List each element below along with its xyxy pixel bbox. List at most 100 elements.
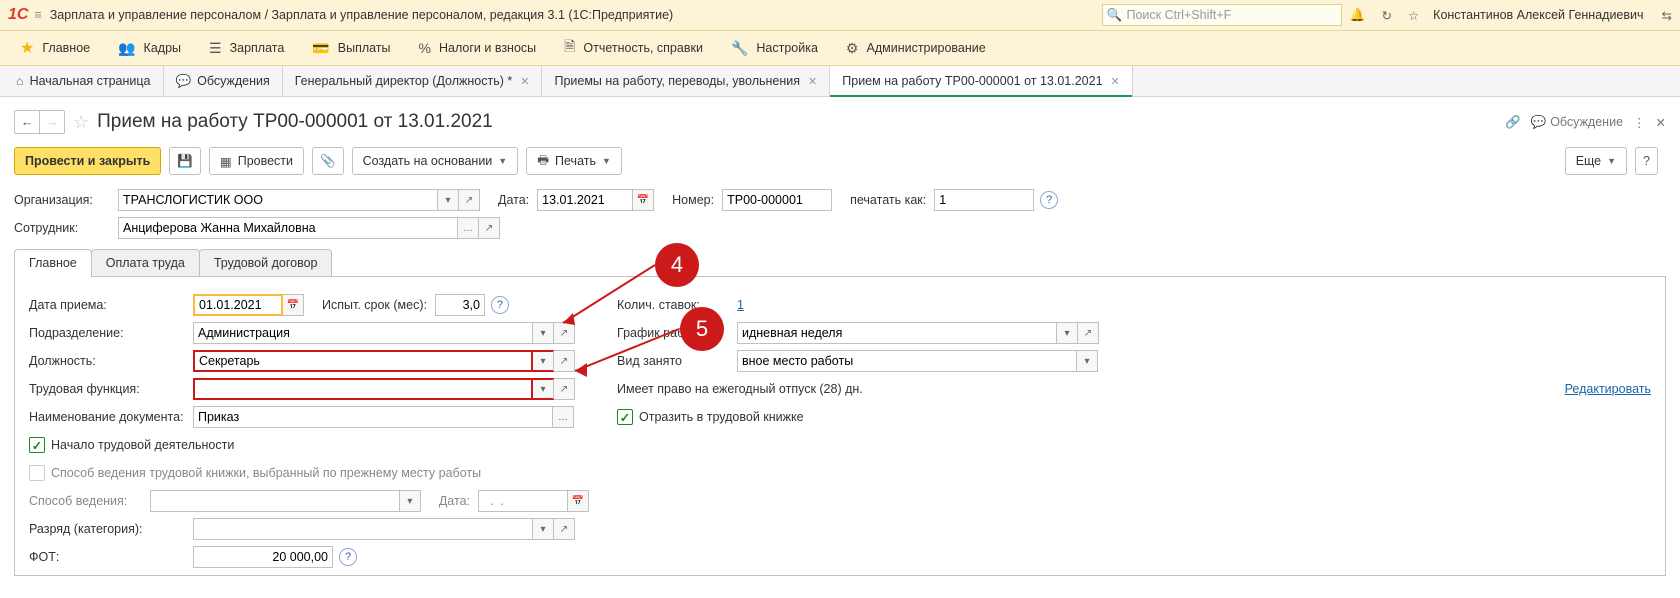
menu-salary[interactable]: ☰Зарплата bbox=[195, 31, 298, 65]
tab-director[interactable]: Генеральный директор (Должность) *✕ bbox=[283, 66, 543, 96]
dropdown-icon: ▾ bbox=[400, 490, 421, 512]
dropdown-icon[interactable]: ▾ bbox=[533, 378, 554, 400]
menu-settings[interactable]: 🔧Настройка bbox=[717, 31, 832, 65]
doc-header: ← → ☆ Прием на работу ТР00-000001 от 13.… bbox=[14, 107, 1666, 137]
panel-right-col: Колич. ставок: 1 График раб ▾↗ Вид занят… bbox=[603, 291, 1665, 571]
menu-toggle-icon[interactable]: ⇆ bbox=[1662, 8, 1672, 23]
function-input[interactable] bbox=[193, 378, 533, 400]
link-icon[interactable]: 🔗 bbox=[1505, 115, 1521, 130]
current-user[interactable]: Константинов Алексей Геннадиевич bbox=[1433, 8, 1643, 22]
label-print-as: печатать как: bbox=[850, 193, 926, 207]
menu-payments[interactable]: 💳Выплаты bbox=[298, 31, 404, 65]
print-icon: 🖶 bbox=[537, 151, 549, 172]
menu-taxes[interactable]: %Налоги и взносы bbox=[405, 31, 551, 65]
probation-input[interactable] bbox=[435, 294, 485, 316]
open-icon[interactable]: ↗ bbox=[459, 189, 480, 211]
tab-discussions[interactable]: 💬Обсуждения bbox=[164, 66, 283, 96]
star-icon[interactable]: ☆ bbox=[1408, 8, 1419, 23]
open-icon[interactable]: ↗ bbox=[554, 518, 575, 540]
fot-input[interactable] bbox=[193, 546, 333, 568]
app-title: Зарплата и управление персоналом / Зарпл… bbox=[50, 8, 673, 22]
label-record-book: Отразить в трудовой книжке bbox=[639, 410, 804, 424]
close-doc-icon[interactable]: ✕ bbox=[1656, 115, 1666, 130]
ellipsis-icon[interactable]: … bbox=[458, 217, 479, 239]
dropdown-icon[interactable]: ▾ bbox=[533, 322, 554, 344]
tab-hire-doc[interactable]: Прием на работу ТР00-000001 от 13.01.202… bbox=[830, 66, 1132, 96]
global-search[interactable]: 🔍 Поиск Ctrl+Shift+F bbox=[1102, 4, 1342, 26]
help-hint[interactable]: ? bbox=[339, 548, 357, 566]
dropdown-icon[interactable]: ▾ bbox=[533, 350, 554, 372]
subtab-main[interactable]: Главное bbox=[14, 249, 92, 276]
menu-staff[interactable]: 👥Кадры bbox=[104, 31, 195, 65]
help-button[interactable]: ? bbox=[1635, 147, 1658, 175]
star-icon: ★ bbox=[20, 38, 34, 58]
dropdown-icon[interactable]: ▾ bbox=[438, 189, 459, 211]
method-input bbox=[150, 490, 400, 512]
prev-book-checkbox bbox=[29, 465, 45, 481]
attach-button[interactable]: 📎 bbox=[312, 147, 344, 175]
dropdown-icon[interactable]: ▾ bbox=[533, 518, 554, 540]
close-icon[interactable]: ✕ bbox=[808, 75, 817, 88]
open-icon[interactable]: ↗ bbox=[479, 217, 500, 239]
start-activity-checkbox[interactable]: ✓ bbox=[29, 437, 45, 453]
doc-number-input[interactable] bbox=[722, 189, 832, 211]
emptype-input[interactable] bbox=[737, 350, 1077, 372]
forward-button[interactable]: → bbox=[39, 111, 64, 133]
discuss-button[interactable]: 💬 Обсуждение bbox=[1531, 115, 1623, 130]
print-as-input[interactable] bbox=[934, 189, 1034, 211]
main-menu: ★Главное 👥Кадры ☰Зарплата 💳Выплаты %Нало… bbox=[0, 31, 1680, 66]
hire-date-input[interactable] bbox=[193, 294, 283, 316]
label-position: Должность: bbox=[29, 354, 193, 368]
tab-start-page[interactable]: ⌂Начальная страница bbox=[4, 66, 164, 96]
open-icon[interactable]: ↗ bbox=[1078, 322, 1099, 344]
bell-icon[interactable]: 🔔 bbox=[1350, 8, 1366, 23]
label-prev-book: Способ ведения трудовой книжки, выбранны… bbox=[51, 466, 481, 480]
title-bar: 1C ≡ Зарплата и управление персоналом / … bbox=[0, 0, 1680, 31]
history-icon[interactable]: ↻ bbox=[1381, 8, 1391, 23]
calendar-icon[interactable]: 📅 bbox=[283, 294, 304, 316]
row-employee: Сотрудник: …↗ bbox=[14, 217, 1666, 239]
favorite-icon[interactable]: ☆ bbox=[73, 112, 89, 133]
subtab-pay[interactable]: Оплата труда bbox=[91, 249, 200, 276]
record-book-checkbox[interactable]: ✓ bbox=[617, 409, 633, 425]
back-button[interactable]: ← bbox=[15, 111, 39, 133]
kebab-icon[interactable]: ⋮ bbox=[1633, 115, 1646, 130]
create-based-button[interactable]: Создать на основании▼ bbox=[352, 147, 519, 175]
menu-reports[interactable]: 🗎Отчетность, справки bbox=[550, 31, 717, 65]
help-hint[interactable]: ? bbox=[1040, 191, 1058, 209]
dropdown-icon[interactable]: ▾ bbox=[1077, 350, 1098, 372]
post-and-close-button[interactable]: Провести и закрыть bbox=[14, 147, 161, 175]
dropdown-icon[interactable]: ▾ bbox=[1057, 322, 1078, 344]
panel-left-col: Дата приема: 📅 Испыт. срок (мес): ? Подр… bbox=[15, 291, 603, 571]
help-hint[interactable]: ? bbox=[491, 296, 509, 314]
rates-link[interactable]: 1 bbox=[737, 298, 744, 312]
menu-admin[interactable]: ⚙Администрирование bbox=[832, 31, 1000, 65]
label-hire-date: Дата приема: bbox=[29, 298, 193, 312]
grade-input[interactable] bbox=[193, 518, 533, 540]
ellipsis-icon[interactable]: … bbox=[553, 406, 574, 428]
subtab-contract[interactable]: Трудовой договор bbox=[199, 249, 333, 276]
save-button[interactable]: 💾 bbox=[169, 147, 201, 175]
close-icon[interactable]: ✕ bbox=[520, 75, 529, 88]
menu-home[interactable]: ★Главное bbox=[6, 31, 104, 65]
people-icon: 👥 bbox=[118, 40, 135, 57]
docname-input[interactable] bbox=[193, 406, 553, 428]
employee-input[interactable] bbox=[118, 217, 458, 239]
tab-transfers[interactable]: Приемы на работу, переводы, увольнения✕ bbox=[542, 66, 830, 96]
close-icon[interactable]: ✕ bbox=[1111, 75, 1120, 88]
post-icon: ▦ bbox=[220, 154, 232, 169]
organization-input[interactable] bbox=[118, 189, 438, 211]
doc-date-input[interactable] bbox=[537, 189, 633, 211]
position-input[interactable] bbox=[193, 350, 533, 372]
schedule-input[interactable] bbox=[737, 322, 1057, 344]
calendar-icon[interactable]: 📅 bbox=[633, 189, 654, 211]
more-button[interactable]: Еще▼ bbox=[1565, 147, 1627, 175]
label-start-activity: Начало трудовой деятельности bbox=[51, 438, 234, 452]
post-button[interactable]: ▦Провести bbox=[209, 147, 304, 175]
print-button[interactable]: 🖶Печать▼ bbox=[526, 147, 622, 175]
department-input[interactable] bbox=[193, 322, 533, 344]
money-icon: ☰ bbox=[209, 40, 222, 57]
hamburger-icon[interactable]: ≡ bbox=[34, 8, 41, 22]
vacation-edit-link[interactable]: Редактировать bbox=[1565, 382, 1651, 396]
label-probation: Испыт. срок (мес): bbox=[322, 298, 427, 312]
